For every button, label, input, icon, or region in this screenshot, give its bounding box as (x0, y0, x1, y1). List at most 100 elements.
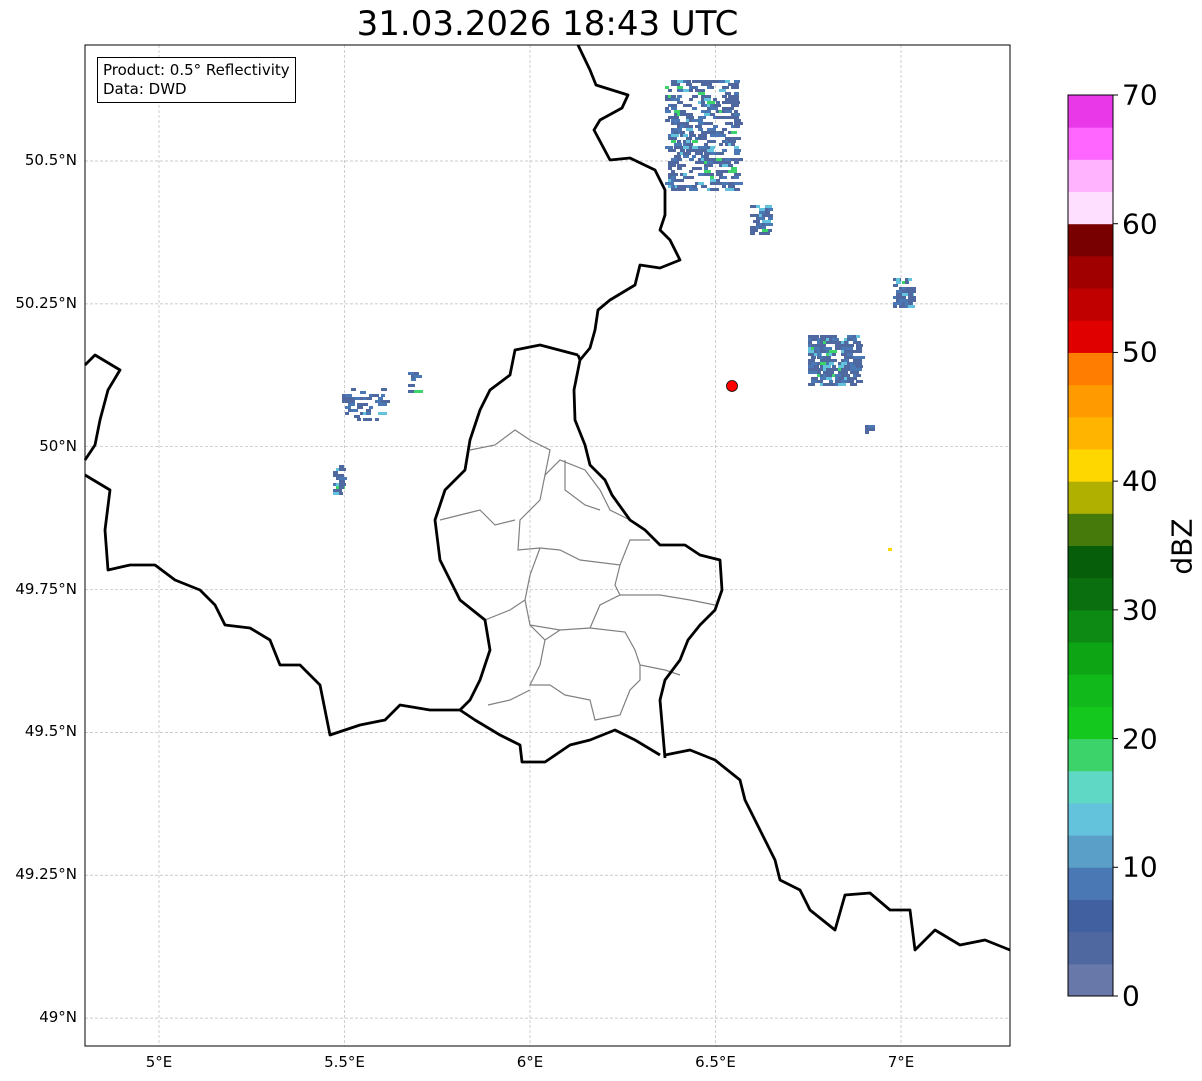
colorbar-bin (1068, 223, 1113, 257)
echo-pixel (668, 137, 677, 140)
echo-pixel (671, 119, 680, 122)
echo-pixel (375, 418, 379, 421)
echo-pixel (695, 125, 702, 128)
echo-pixel (853, 371, 859, 374)
colorbar-tick-label: 50 (1122, 335, 1158, 369)
colorbar-bin (1068, 899, 1113, 933)
colorbar-bin (1068, 448, 1113, 482)
echo-pixel (847, 380, 854, 383)
echo-pixel (701, 110, 708, 113)
echo-pixel (823, 347, 832, 350)
echo-pixel (668, 167, 672, 170)
echo-pixel (689, 89, 693, 92)
lon-tick-label: 6.5°E (695, 1053, 736, 1071)
info-box: Product: 0.5° Reflectivity Data: DWD (97, 57, 296, 103)
echo-pixel (677, 95, 682, 98)
colorbar-bin (1068, 706, 1113, 740)
echo-pixel (896, 302, 902, 305)
lon-tick-label: 7°E (887, 1053, 915, 1071)
echo-pixel (868, 425, 875, 428)
echo-pixel (734, 92, 739, 95)
echo-pixel (765, 214, 773, 217)
echo-pixel (665, 107, 669, 110)
echo-pixel (734, 182, 743, 185)
echo-pixel (728, 170, 737, 173)
echo-pixel (408, 384, 415, 387)
echo-pixel (716, 116, 722, 119)
echo-pixel (728, 122, 733, 125)
echo-pixel (683, 155, 689, 158)
echo-pixel (759, 217, 764, 220)
echo-pixel (734, 86, 738, 89)
echo-pixel (698, 146, 705, 149)
echo-pixel (808, 341, 812, 344)
echo-pixel (345, 406, 351, 409)
echo-pixel (701, 134, 707, 137)
lat-tick-label: 49.25°N (15, 865, 77, 884)
echo-pixel (731, 98, 739, 101)
echo-pixel (734, 149, 741, 152)
echo-pixel (814, 335, 819, 338)
echo-pixel (680, 149, 685, 152)
echo-pixel (829, 362, 834, 365)
echo-pixel (704, 83, 712, 86)
echo-pixel (683, 134, 688, 137)
product-label: Product: 0.5° Reflectivity (103, 61, 290, 79)
echo-pixel (856, 380, 863, 383)
echo-pixel (731, 131, 737, 134)
echo-pixel (847, 353, 853, 356)
echo-pixel (722, 164, 728, 167)
echo-pixel (722, 101, 729, 104)
radar-map (83, 44, 1118, 1047)
echo-pixel (893, 284, 898, 287)
echo-pixel (725, 86, 729, 89)
echo-pixel (823, 356, 831, 359)
echo-pixel (680, 110, 686, 113)
echo-pixel (850, 368, 856, 371)
echo-pixel (369, 406, 373, 409)
echo-pixel (719, 173, 723, 176)
colorbar-bin (1068, 288, 1113, 321)
echo-pixel (856, 368, 862, 371)
echo-pixel (722, 128, 727, 131)
echo-pixel (817, 380, 823, 383)
colorbar-bin (1068, 127, 1113, 160)
echo-pixel (665, 119, 670, 122)
colorbar-bin (1068, 95, 1113, 128)
echo-pixel (716, 179, 720, 182)
echo-pixel (692, 107, 697, 110)
echo-pixel (734, 119, 741, 122)
echo-pixel (704, 80, 711, 83)
lon-tick-label: 6°E (516, 1053, 544, 1071)
echo-pixel (719, 143, 723, 146)
echo-pixel (731, 143, 735, 146)
colorbar-bin (1068, 738, 1113, 772)
echo-pixel (354, 415, 360, 418)
echo-pixel (339, 492, 343, 495)
echo-pixel (719, 89, 726, 92)
lon-tick-label: 5.5°E (324, 1053, 365, 1071)
colorbar-bin (1068, 609, 1113, 643)
echo-pixel (734, 80, 740, 83)
echo-pixel (713, 98, 717, 101)
echo-pixel (765, 211, 770, 214)
echo-pixel (835, 347, 842, 350)
echo-pixel (908, 299, 916, 302)
echo-pixel (671, 176, 675, 179)
echo-pixel (689, 113, 693, 116)
echo-pixel (853, 350, 862, 353)
colorbar-tick-label: 70 (1122, 78, 1158, 112)
echo-pixel (734, 161, 739, 164)
echo-pixel (381, 400, 390, 403)
echo-pixel (704, 113, 711, 116)
echo-pixel (719, 80, 725, 83)
echo-pixel (366, 397, 372, 400)
echo-pixel (808, 335, 815, 338)
echo-pixel (680, 125, 684, 128)
lat-tick-label: 49.75°N (15, 579, 77, 598)
echo-pixel (829, 350, 837, 353)
echo-pixel (333, 471, 338, 474)
echo-pixel (896, 281, 901, 284)
echo-pixel (725, 92, 731, 95)
echo-pixel (841, 362, 848, 365)
